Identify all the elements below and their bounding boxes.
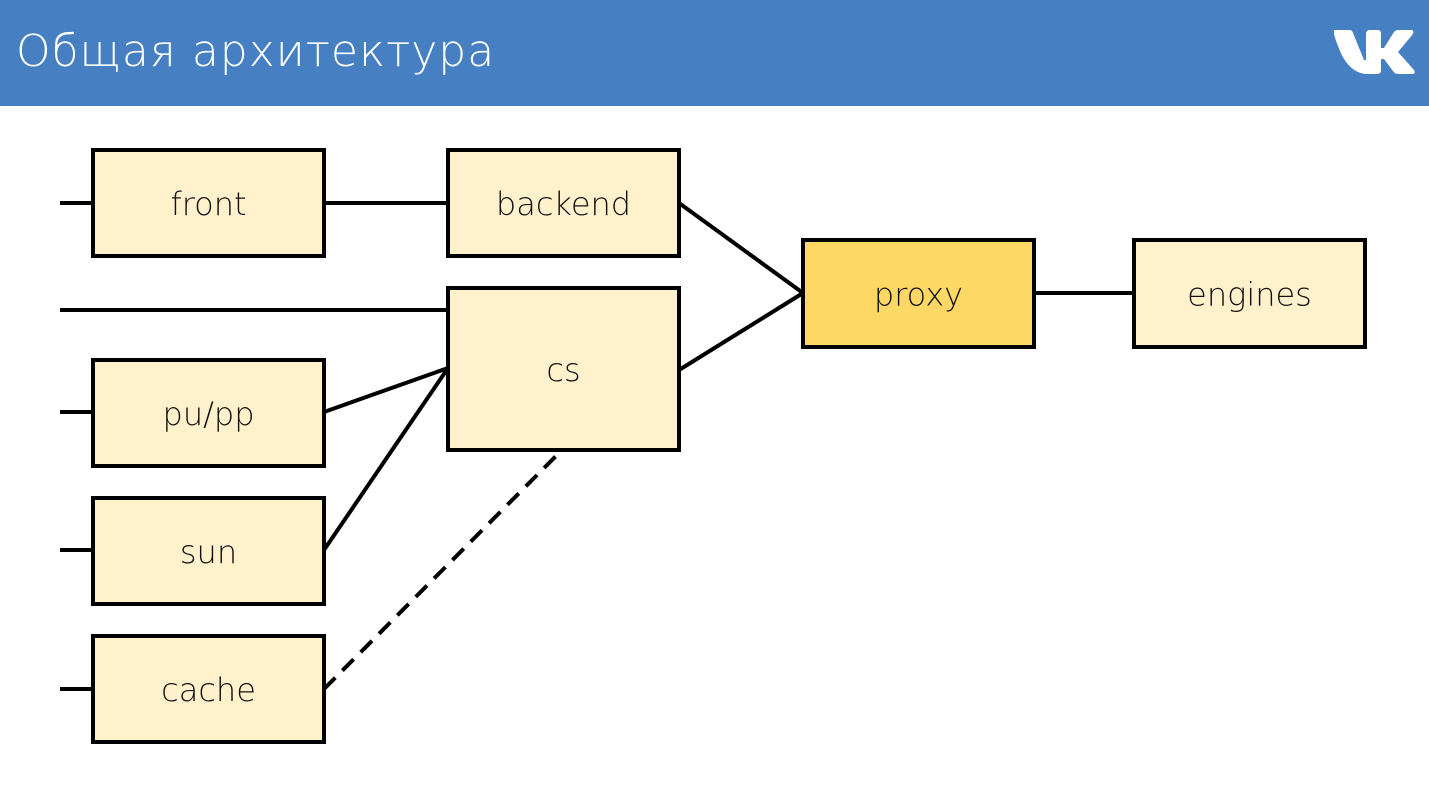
node-label-cache: cache bbox=[161, 671, 256, 709]
node-label-pupp: pu/pp bbox=[163, 395, 255, 433]
node-cs: cs bbox=[446, 286, 681, 452]
node-label-cs: cs bbox=[546, 351, 580, 389]
edge-cache-to-cs bbox=[322, 450, 562, 691]
node-backend: backend bbox=[446, 148, 681, 258]
edge-cs-to-proxy bbox=[677, 291, 805, 372]
node-front: front bbox=[91, 148, 326, 258]
node-engines: engines bbox=[1132, 238, 1367, 349]
edge-backend-to-proxy bbox=[677, 201, 805, 295]
node-sun: sun bbox=[91, 496, 326, 606]
edge-pupp-to-cs bbox=[323, 366, 449, 414]
node-pupp: pu/pp bbox=[91, 358, 326, 468]
architecture-diagram: front backend cs pu/pp sun cache proxy engines bbox=[60, 148, 1367, 744]
node-label-engines: engines bbox=[1187, 276, 1312, 314]
node-label-sun: sun bbox=[180, 533, 237, 571]
node-proxy: proxy bbox=[801, 238, 1036, 349]
node-label-proxy: proxy bbox=[874, 276, 963, 314]
edge-sun-to-cs bbox=[322, 366, 450, 552]
node-label-front: front bbox=[170, 185, 246, 223]
node-label-backend: backend bbox=[496, 185, 631, 223]
node-cache: cache bbox=[91, 634, 326, 744]
